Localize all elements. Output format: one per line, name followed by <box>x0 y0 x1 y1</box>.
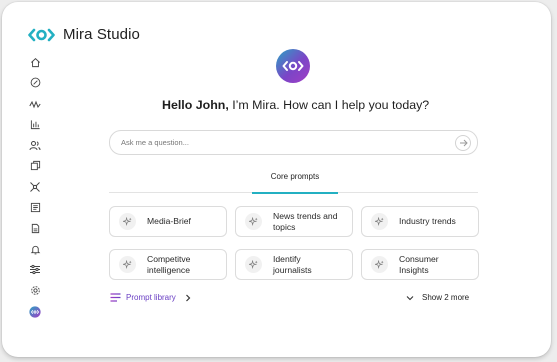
prompt-card-label: Media-Brief <box>147 216 191 227</box>
list-icon <box>110 293 121 302</box>
prompt-card-label: Competitve intelligence <box>147 254 191 275</box>
prompt-card-competitive-intelligence[interactable]: Competitve intelligence <box>109 249 227 280</box>
network-icon <box>30 181 40 192</box>
ask-box <box>109 130 478 155</box>
waveform-icon <box>29 100 41 108</box>
sidebar-item-contacts[interactable] <box>27 137 43 153</box>
prompt-card-label: Consumer Insights <box>399 254 439 275</box>
app-window: Mira Studio Hello John, I’m Mira. How ca… <box>2 2 551 357</box>
prompt-card-identify-journalists[interactable]: Identify journalists <box>235 249 353 280</box>
app-name: Mira Studio <box>63 26 140 43</box>
sparkle-icon <box>371 256 388 273</box>
prompt-library-label: Prompt library <box>126 293 176 302</box>
sliders-icon <box>30 265 40 275</box>
brand: Mira Studio <box>28 26 140 43</box>
sparkle-icon <box>119 256 136 273</box>
newspaper-icon <box>30 202 40 213</box>
chevron-down-icon <box>406 295 414 300</box>
tab-core-prompts-label: Core prompts <box>270 172 320 181</box>
prompt-tabs: Core prompts <box>109 172 478 194</box>
mira-avatar <box>276 49 310 83</box>
sidebar-item-news[interactable] <box>27 200 43 216</box>
prompt-card-media-brief[interactable]: Media-Brief <box>109 206 227 237</box>
tab-core-prompts[interactable]: Core prompts <box>252 172 338 194</box>
sidebar-item-explore[interactable] <box>27 75 43 91</box>
arrow-right-icon <box>459 139 468 147</box>
sidebar-item-alerts[interactable] <box>27 241 43 257</box>
prompt-card-label: News trends and topics <box>273 211 338 232</box>
sparkle-icon <box>245 213 262 230</box>
mira-logo-icon <box>28 28 55 42</box>
document-icon <box>31 223 39 233</box>
sidebar-item-filters[interactable] <box>27 262 43 278</box>
sidebar-item-monitoring[interactable] <box>27 96 43 112</box>
prompt-card-news-trends[interactable]: News trends and topics <box>235 206 353 237</box>
sidebar-item-home[interactable] <box>27 54 43 70</box>
copy-icon <box>30 161 40 171</box>
prompt-card-consumer-insights[interactable]: Consumer Insights <box>361 249 479 280</box>
settings-icon <box>30 286 40 296</box>
sidebar-item-reports[interactable] <box>27 220 43 236</box>
show-more-button[interactable]: Show 2 more <box>406 293 469 302</box>
show-more-label: Show 2 more <box>422 293 470 302</box>
sidebar-item-network[interactable] <box>27 179 43 195</box>
bar-chart-icon <box>30 120 40 129</box>
mira-eye-icon <box>282 61 304 71</box>
ask-input[interactable] <box>121 138 441 147</box>
sparkle-icon <box>119 213 136 230</box>
sparkle-icon <box>245 256 262 273</box>
sparkle-icon <box>371 213 388 230</box>
greeting-name: Hello John, <box>162 98 229 112</box>
sidebar-item-mira[interactable] <box>27 304 43 320</box>
sidebar-item-analytics[interactable] <box>27 116 43 132</box>
users-icon <box>29 140 41 150</box>
tab-active-indicator <box>252 192 338 194</box>
prompt-library-link[interactable]: Prompt library <box>110 293 192 302</box>
sidebar <box>27 54 45 324</box>
sidebar-item-settings[interactable] <box>27 283 43 299</box>
greeting-message: I’m Mira. How can I help you today? <box>228 98 430 112</box>
chevron-right-icon <box>185 294 191 301</box>
prompt-card-label: Industry trends <box>399 216 456 227</box>
bell-icon <box>30 245 40 255</box>
send-button[interactable] <box>455 135 471 151</box>
greeting: Hello John, I’m Mira. How can I help you… <box>162 98 429 112</box>
prompt-card-industry-trends[interactable]: Industry trends <box>361 206 479 237</box>
home-icon <box>30 57 40 67</box>
sidebar-item-content[interactable] <box>27 158 43 174</box>
mira-icon <box>29 305 41 318</box>
prompt-card-label: Identify journalists <box>273 254 312 275</box>
compass-icon <box>30 77 40 88</box>
